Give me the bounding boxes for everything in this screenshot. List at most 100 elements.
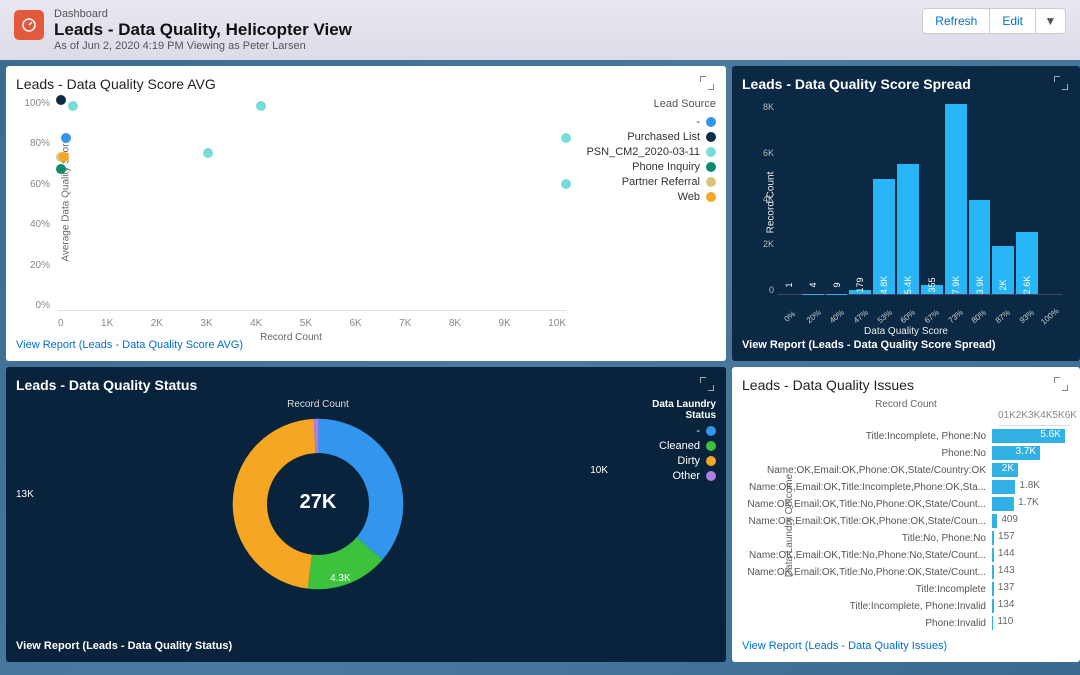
bar[interactable]: 3.9K [969, 200, 991, 294]
x-tick: 9K [499, 318, 511, 329]
table-row: Title:Incomplete137 [742, 581, 1070, 597]
view-report-link[interactable]: View Report (Leads - Data Quality Status… [16, 640, 716, 652]
x-tick: 40% [825, 305, 849, 327]
bar-label: 409 [997, 514, 1018, 525]
bar-label: 9 [832, 282, 842, 287]
scatter-point[interactable] [256, 101, 266, 111]
legend-swatch [706, 147, 716, 157]
x-tick: 0 [58, 318, 64, 329]
y-axis-label: Data Laundry Outcome [784, 473, 795, 576]
row-label: Name:OK,Email:OK,Title:No,Phone:OK,State… [742, 499, 992, 510]
scatter-chart: Average Data Quality Score 100%80%60%40%… [16, 98, 566, 339]
bar-label: 4.8K [879, 276, 889, 295]
row-label: Name:OK,Email:OK,Title:No,Phone:No,State… [742, 550, 992, 561]
legend-item[interactable]: PSN_CM2_2020-03-11 [576, 146, 716, 158]
scatter-point[interactable] [561, 179, 571, 189]
y-tick: 80% [30, 138, 54, 149]
legend-item[interactable]: Cleaned [626, 440, 716, 452]
bar-label: 4 [808, 282, 818, 287]
x-tick: 3K [200, 318, 212, 329]
scatter-point[interactable] [59, 152, 69, 162]
x-tick: 10K [548, 318, 566, 329]
scatter-point[interactable] [68, 101, 78, 111]
edit-button[interactable]: Edit [990, 8, 1036, 34]
bar-label: 1.7K [1014, 497, 1039, 508]
bar[interactable]: 2.6K [1016, 232, 1038, 294]
scatter-point[interactable] [561, 133, 571, 143]
y-tick: 0% [36, 300, 54, 311]
bar[interactable]: 2K [992, 246, 1014, 294]
x-tick: 2K [151, 318, 163, 329]
legend-swatch [706, 162, 716, 172]
legend-item[interactable]: Other [626, 470, 716, 482]
bar[interactable]: 355 [921, 285, 943, 294]
bar-label: 1.8K [1015, 480, 1040, 491]
legend-item[interactable]: - [626, 425, 716, 437]
legend-item[interactable]: Partner Referral [576, 176, 716, 188]
bar-label: 2K [998, 279, 1008, 290]
bar-label: 157 [994, 531, 1015, 542]
y-tick: 20% [30, 260, 54, 271]
bar[interactable]: 5.4K [897, 164, 919, 294]
legend-item[interactable]: Web [576, 191, 716, 203]
slice-label: 10K [590, 465, 608, 476]
view-report-link[interactable]: View Report (Leads - Data Quality Issues… [742, 640, 1070, 652]
card-title: Leads - Data Quality Score AVG [16, 76, 716, 92]
y-tick: 40% [30, 219, 54, 230]
expand-icon[interactable] [1054, 377, 1068, 391]
bar-label: 7.9K [951, 276, 961, 295]
bar[interactable] [992, 480, 1015, 494]
view-report-link[interactable]: View Report (Leads - Data Quality Score … [16, 339, 716, 351]
row-label: Name:OK,Email:OK,Phone:OK,State/Country:… [742, 465, 992, 476]
x-tick: 6K [1065, 410, 1077, 421]
legend-swatch [706, 456, 716, 466]
y-tick: 0 [769, 285, 774, 295]
bar-label: 144 [994, 548, 1015, 559]
scatter-point[interactable] [203, 148, 213, 158]
legend-label: Cleaned [659, 440, 700, 452]
card-title: Leads - Data Quality Issues [742, 377, 1070, 393]
y-tick: 6K [763, 148, 774, 158]
bar[interactable]: 179 [849, 290, 871, 294]
x-tick: 47% [849, 305, 873, 327]
row-label: Name:OK,Email:OK,Title:No,Phone:OK,State… [742, 567, 992, 578]
expand-icon[interactable] [700, 377, 714, 391]
row-label: Title:Incomplete [742, 584, 992, 595]
scatter-point[interactable] [56, 95, 66, 105]
donut-chart: Record Count 27K 10K 4.3K 13K [16, 399, 620, 594]
bar-label: 3.9K [975, 276, 985, 295]
dashboard-icon [14, 10, 44, 40]
legend-item[interactable]: Dirty [626, 455, 716, 467]
legend-item[interactable]: - [576, 116, 716, 128]
bar[interactable]: 7.9K [945, 104, 967, 294]
x-tick: 1K [101, 318, 113, 329]
x-tick: 8K [449, 318, 461, 329]
legend-label: - [696, 425, 700, 437]
scatter-point[interactable] [56, 164, 66, 174]
x-tick: 5K [1053, 410, 1065, 421]
hbar-chart: Data Laundry Outcome Record Count 01K2K3… [742, 399, 1070, 640]
dashboard-header: Dashboard Leads - Data Quality, Helicopt… [0, 0, 1080, 60]
card-issues: Leads - Data Quality Issues Data Laundry… [732, 367, 1080, 662]
bar-label: 2.6K [1022, 276, 1032, 295]
scatter-point[interactable] [61, 133, 71, 143]
header-subtitle: As of Jun 2, 2020 4:19 PM Viewing as Pet… [54, 40, 352, 52]
x-tick: 5K [300, 318, 312, 329]
x-tick: 60% [896, 305, 920, 327]
expand-icon[interactable] [1054, 76, 1068, 90]
refresh-button[interactable]: Refresh [922, 8, 990, 34]
bar[interactable]: 4.8K [873, 179, 895, 294]
legend-item[interactable]: Phone Inquiry [576, 161, 716, 173]
x-axis-label: Record Count [260, 332, 322, 343]
bar-label: 5.4K [903, 276, 913, 295]
card-title: Leads - Data Quality Score Spread [742, 76, 1070, 92]
x-tick: 1K [1004, 410, 1016, 421]
card-spread: Leads - Data Quality Score Spread Record… [732, 66, 1080, 361]
bar[interactable] [992, 497, 1014, 511]
header-eyebrow: Dashboard [54, 8, 352, 20]
legend-item[interactable]: Purchased List [576, 131, 716, 143]
card-donut: Leads - Data Quality Status Record Count… [6, 367, 726, 662]
more-actions-button[interactable]: ▼ [1036, 8, 1066, 34]
expand-icon[interactable] [700, 76, 714, 90]
view-report-link[interactable]: View Report (Leads - Data Quality Score … [742, 339, 1070, 351]
